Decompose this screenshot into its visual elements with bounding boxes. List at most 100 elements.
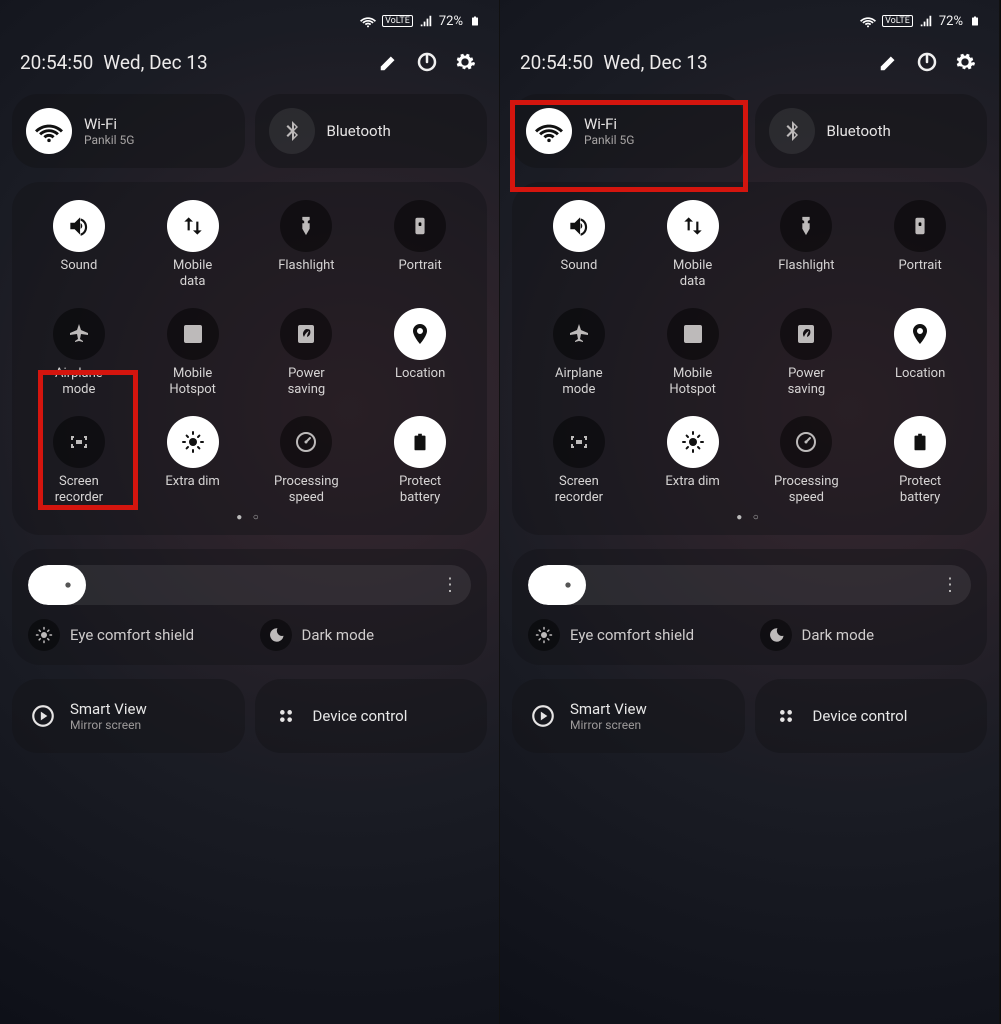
screen-recorder-icon: [553, 416, 605, 468]
location-icon: [894, 308, 946, 360]
processing-speed-icon: [280, 416, 332, 468]
power-saving-icon: [780, 308, 832, 360]
eye-comfort-toggle[interactable]: Eye comfort shield: [528, 619, 740, 651]
device-control-card[interactable]: Device control: [755, 679, 988, 753]
mobile-data-icon: [167, 200, 219, 252]
power-icon[interactable]: [413, 48, 441, 76]
flashlight-icon: [280, 200, 332, 252]
tile-hotspot[interactable]: Mobile Hotspot: [136, 308, 250, 398]
wifi-status-icon: [360, 13, 376, 29]
volte-indicator: VoLTE: [882, 15, 913, 27]
mobile-data-icon: [667, 200, 719, 252]
wifi-title: Wi-Fi: [84, 115, 134, 133]
tile-location[interactable]: Location: [363, 308, 477, 398]
tile-sound[interactable]: Sound: [522, 200, 636, 290]
tile-location[interactable]: Location: [863, 308, 977, 398]
slider-more-icon[interactable]: ⋮: [941, 575, 957, 596]
tile-flashlight[interactable]: Flashlight: [250, 200, 364, 290]
flashlight-icon: [780, 200, 832, 252]
location-icon: [394, 308, 446, 360]
tile-protect-battery[interactable]: Protect battery: [363, 416, 477, 506]
extra-dim-icon: [167, 416, 219, 468]
power-saving-icon: [280, 308, 332, 360]
eye-comfort-icon: [528, 619, 560, 651]
page-indicator: ● ○: [522, 512, 977, 523]
tile-power-saving[interactable]: Power saving: [250, 308, 364, 398]
tile-airplane[interactable]: Airplane mode: [22, 308, 136, 398]
tile-mobile-data[interactable]: Mobile data: [136, 200, 250, 290]
volte-indicator: VoLTE: [382, 15, 413, 27]
portrait-icon: [394, 200, 446, 252]
bluetooth-icon: [769, 108, 815, 154]
device-control-card[interactable]: Device control: [255, 679, 488, 753]
brightness-slider[interactable]: ⋮: [28, 565, 471, 605]
dark-mode-toggle[interactable]: Dark mode: [260, 619, 472, 651]
wifi-icon: [526, 108, 572, 154]
settings-icon[interactable]: [951, 48, 979, 76]
clock-date: Wed, Dec 13: [103, 51, 207, 74]
tile-portrait[interactable]: Portrait: [363, 200, 477, 290]
clock-time: 20:54:50: [20, 51, 93, 74]
airplane-icon: [53, 308, 105, 360]
tile-sound[interactable]: Sound: [22, 200, 136, 290]
protect-battery-icon: [394, 416, 446, 468]
wifi-icon: [26, 108, 72, 154]
tile-extra-dim[interactable]: Extra dim: [136, 416, 250, 506]
bluetooth-title: Bluetooth: [827, 122, 891, 140]
screen-recorder-icon: [53, 416, 105, 468]
signal-icon: [419, 14, 433, 28]
tile-portrait[interactable]: Portrait: [863, 200, 977, 290]
bluetooth-icon: [269, 108, 315, 154]
smart-view-icon: [28, 701, 58, 731]
eye-comfort-icon: [28, 619, 60, 651]
wifi-tile[interactable]: Wi-Fi Pankil 5G: [12, 94, 245, 168]
power-icon[interactable]: [913, 48, 941, 76]
qs-header: 20:54:50 Wed, Dec 13: [512, 34, 987, 94]
eye-comfort-toggle[interactable]: Eye comfort shield: [28, 619, 240, 651]
battery-percent: 72%: [939, 14, 963, 29]
hotspot-icon: [667, 308, 719, 360]
tile-power-saving[interactable]: Power saving: [750, 308, 864, 398]
wifi-title: Wi-Fi: [584, 115, 634, 133]
tile-hotspot[interactable]: Mobile Hotspot: [636, 308, 750, 398]
battery-icon: [469, 13, 481, 29]
bluetooth-tile[interactable]: Bluetooth: [755, 94, 988, 168]
tile-processing-speed[interactable]: Processing speed: [750, 416, 864, 506]
tile-protect-battery[interactable]: Protect battery: [863, 416, 977, 506]
wifi-sub: Pankil 5G: [84, 133, 134, 147]
protect-battery-icon: [894, 416, 946, 468]
sun-icon: [560, 577, 576, 593]
edit-icon[interactable]: [375, 48, 403, 76]
battery-icon: [969, 13, 981, 29]
wifi-sub: Pankil 5G: [584, 133, 634, 147]
tile-mobile-data[interactable]: Mobile data: [636, 200, 750, 290]
sound-icon: [553, 200, 605, 252]
settings-icon[interactable]: [451, 48, 479, 76]
tile-extra-dim[interactable]: Extra dim: [636, 416, 750, 506]
device-control-icon: [771, 701, 801, 731]
moon-icon: [760, 619, 792, 651]
smart-view-card[interactable]: Smart View Mirror screen: [12, 679, 245, 753]
tile-screen-recorder[interactable]: Screen recorder: [22, 416, 136, 506]
bluetooth-tile[interactable]: Bluetooth: [255, 94, 488, 168]
portrait-icon: [894, 200, 946, 252]
bluetooth-title: Bluetooth: [327, 122, 391, 140]
qs-header: 20:54:50 Wed, Dec 13: [12, 34, 487, 94]
tile-screen-recorder[interactable]: Screen recorder: [522, 416, 636, 506]
smart-view-card[interactable]: Smart ViewMirror screen: [512, 679, 745, 753]
wifi-tile[interactable]: Wi-Fi Pankil 5G: [512, 94, 745, 168]
tile-airplane[interactable]: Airplane mode: [522, 308, 636, 398]
device-control-icon: [271, 701, 301, 731]
dark-mode-toggle[interactable]: Dark mode: [760, 619, 972, 651]
tile-processing-speed[interactable]: Processing speed: [250, 416, 364, 506]
wifi-status-icon: [860, 13, 876, 29]
status-bar: VoLTE 72%: [512, 8, 987, 34]
page-indicator: ● ○: [22, 512, 477, 523]
tile-flashlight[interactable]: Flashlight: [750, 200, 864, 290]
processing-speed-icon: [780, 416, 832, 468]
brightness-slider[interactable]: ⋮: [528, 565, 971, 605]
clock-date: Wed, Dec 13: [603, 51, 707, 74]
slider-more-icon[interactable]: ⋮: [441, 575, 457, 596]
moon-icon: [260, 619, 292, 651]
edit-icon[interactable]: [875, 48, 903, 76]
